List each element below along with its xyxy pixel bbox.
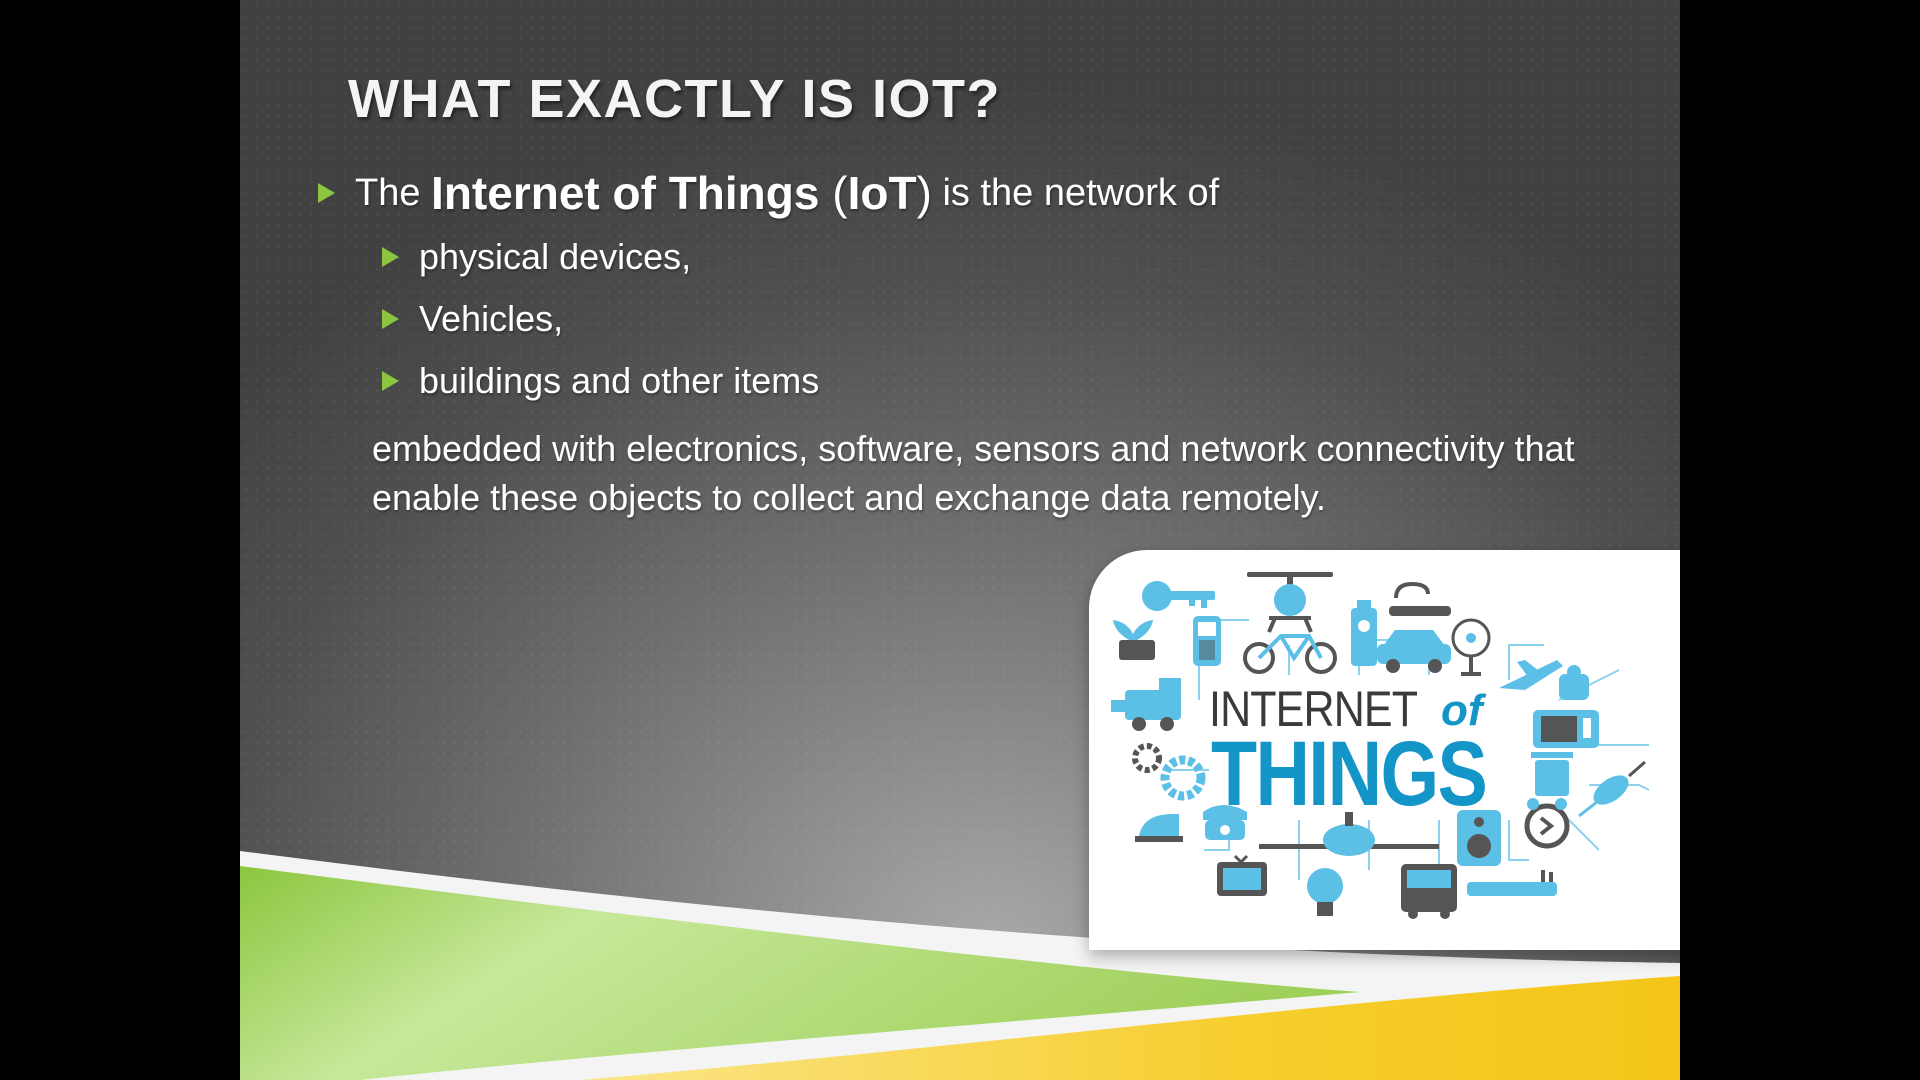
sub-bullet-label: physical devices,	[419, 236, 692, 277]
intro-close-paren: )	[916, 167, 932, 219]
logo-things-word: THINGS	[1211, 723, 1488, 825]
trash-icon	[1531, 752, 1573, 796]
baby-icon	[1559, 665, 1589, 700]
bullet-arrow-icon	[318, 183, 335, 203]
phone-icon	[1193, 616, 1221, 666]
mouse-icon	[1578, 760, 1646, 818]
sub-bullet-3: buildings and other items	[382, 360, 819, 402]
bullet-arrow-icon	[382, 371, 399, 391]
slide: WHAT EXACTLY IS IOT? The Internet of Thi…	[240, 0, 1680, 1080]
iron-icon	[1135, 814, 1183, 842]
microwave-icon	[1533, 710, 1599, 748]
bullet-intro: The Internet of Things (IoT) is the netw…	[318, 166, 1219, 220]
battery-icon	[1351, 600, 1377, 666]
sub-bullet-label: Vehicles,	[419, 298, 564, 339]
intro-prefix: The	[355, 171, 432, 214]
tv-icon	[1217, 854, 1267, 896]
description-paragraph: embedded with electronics, software, sen…	[372, 428, 1575, 518]
intro-suffix: is the network of	[931, 171, 1220, 214]
bulb-icon	[1307, 868, 1343, 916]
car-icon	[1377, 630, 1451, 673]
intro-abbr: IoT	[847, 167, 917, 219]
slide-title: WHAT EXACTLY IS IOT?	[348, 69, 1002, 129]
bath-icon	[1389, 581, 1451, 616]
train-icon	[1111, 678, 1181, 731]
bullet-arrow-icon	[382, 309, 399, 329]
key-icon	[1142, 581, 1215, 611]
intro-term: Internet of Things	[431, 167, 820, 219]
sub-bullet-2: Vehicles,	[382, 298, 563, 340]
sub-bullet-1: physical devices,	[382, 236, 691, 278]
bullet-arrow-icon	[382, 247, 399, 267]
plant-icon	[1113, 620, 1155, 660]
drone-icon	[1247, 572, 1333, 633]
bus-icon	[1401, 864, 1457, 919]
sub-bullet-label: buildings and other items	[419, 360, 820, 401]
iot-illustration: INTERNET of THINGS	[1089, 550, 1680, 950]
intro-open-paren: (	[819, 167, 848, 219]
router-icon	[1467, 870, 1557, 896]
fan-icon	[1451, 618, 1491, 676]
clock-icon	[1524, 798, 1570, 849]
